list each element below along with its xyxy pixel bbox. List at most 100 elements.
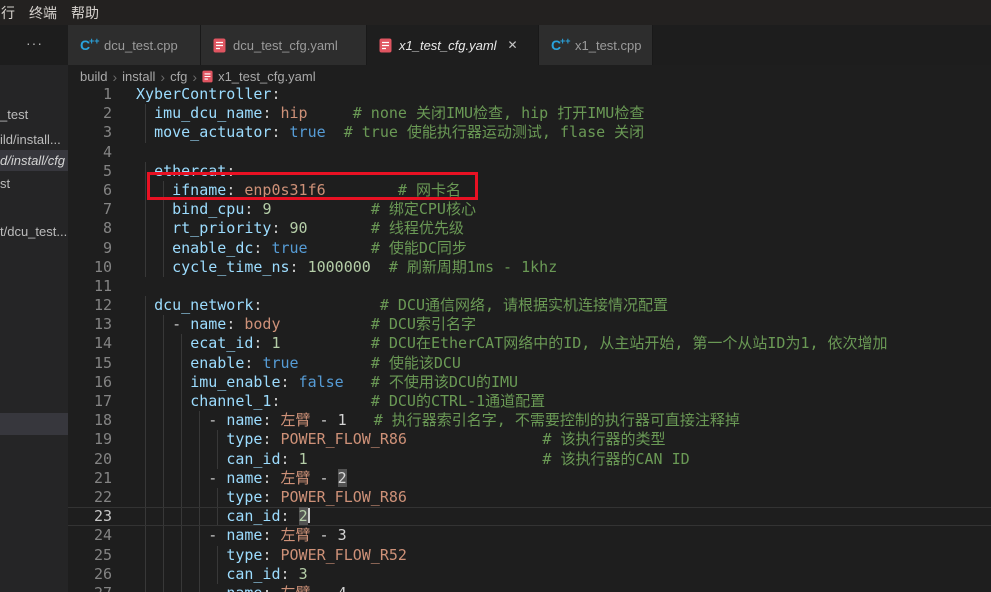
line-number[interactable]: 2: [68, 104, 112, 123]
code-line[interactable]: 21 - name: 左臂 - 2: [68, 469, 991, 488]
line-number[interactable]: 17: [68, 392, 112, 411]
indent-guide: [145, 104, 146, 123]
cpp-file-icon: C++: [80, 37, 97, 53]
indent-guide: [181, 430, 182, 449]
indent-guide: [199, 411, 200, 430]
code-line[interactable]: 24 - name: 左臂 - 3: [68, 526, 991, 545]
sidebar-list-item[interactable]: ild/install...: [0, 129, 68, 150]
line-number[interactable]: 9: [68, 239, 112, 258]
code-line[interactable]: 1 XyberController:: [68, 85, 991, 104]
tab-x1_test.cpp[interactable]: C++x1_test.cpp: [539, 25, 653, 65]
indent-guide: [181, 392, 182, 411]
code-line[interactable]: 14 ecat_id: 1 # DCU在EtherCAT网络中的ID, 从主站开…: [68, 334, 991, 353]
code-line[interactable]: 12 dcu_network: # DCU通信网络, 请根据实机连接情况配置: [68, 296, 991, 315]
line-number[interactable]: 7: [68, 200, 112, 219]
sidebar-list-item[interactable]: d/install/cfg: [0, 150, 68, 171]
code-line[interactable]: 13 - name: body # DCU索引名字: [68, 315, 991, 334]
code-line[interactable]: 2 imu_dcu_name: hip # none 关闭IMU检查, hip …: [68, 104, 991, 123]
code-line[interactable]: 23 can_id: 2: [68, 507, 991, 526]
breadcrumb-item[interactable]: install: [122, 69, 155, 84]
code-line[interactable]: 26 can_id: 3: [68, 565, 991, 584]
editor-group: C++dcu_test.cppdcu_test_cfg.yamlx1_test_…: [68, 25, 991, 592]
code-line[interactable]: 16 imu_enable: false # 不使用该DCU的IMU: [68, 373, 991, 392]
indent-guide: [145, 354, 146, 373]
sidebar-list-item[interactable]: st: [0, 173, 68, 194]
code-text: XyberController:: [136, 85, 281, 104]
code-line[interactable]: 6 ifname: enp0s31f6 # 网卡名: [68, 181, 991, 200]
indent-guide: [145, 584, 146, 592]
tab-dcu_test.cpp[interactable]: C++dcu_test.cpp: [68, 25, 201, 65]
line-number[interactable]: 19: [68, 430, 112, 449]
line-number[interactable]: 11: [68, 277, 112, 296]
code-line[interactable]: 8 rt_priority: 90 # 线程优先级: [68, 219, 991, 238]
menu-item-run-partial[interactable]: 行: [0, 1, 22, 25]
line-number[interactable]: 27: [68, 584, 112, 592]
sidebar-selected-band[interactable]: [0, 413, 68, 435]
code-line[interactable]: 20 can_id: 1 # 该执行器的CAN ID: [68, 450, 991, 469]
line-number[interactable]: 1: [68, 85, 112, 104]
line-number[interactable]: 13: [68, 315, 112, 334]
line-number[interactable]: 26: [68, 565, 112, 584]
indent-guide: [163, 334, 164, 353]
menu-item-terminal[interactable]: 终端: [22, 1, 64, 25]
indent-guide: [145, 546, 146, 565]
line-number[interactable]: 22: [68, 488, 112, 507]
line-number[interactable]: 3: [68, 123, 112, 142]
indent-guide: [163, 565, 164, 584]
indent-guide: [163, 200, 164, 219]
line-number[interactable]: 25: [68, 546, 112, 565]
code-line[interactable]: 19 type: POWER_FLOW_R86 # 该执行器的类型: [68, 430, 991, 449]
line-number[interactable]: 8: [68, 219, 112, 238]
code-line[interactable]: 18 - name: 左臂 - 1 # 执行器索引名字, 不需要控制的执行器可直…: [68, 411, 991, 430]
line-number[interactable]: 4: [68, 143, 112, 162]
indent-guide: [181, 546, 182, 565]
code-line[interactable]: 25 type: POWER_FLOW_R52: [68, 546, 991, 565]
close-icon[interactable]: ✕: [508, 38, 518, 52]
indent-guide: [181, 450, 182, 469]
line-number[interactable]: 10: [68, 258, 112, 277]
chevron-right-icon: ›: [112, 69, 117, 85]
editor-lines[interactable]: 1 XyberController:2 imu_dcu_name: hip # n…: [68, 85, 991, 592]
breadcrumb-item[interactable]: build: [80, 69, 107, 84]
line-number[interactable]: 14: [68, 334, 112, 353]
line-number[interactable]: 20: [68, 450, 112, 469]
menu-item-help[interactable]: 帮助: [64, 1, 106, 25]
line-number[interactable]: 15: [68, 354, 112, 373]
code-line[interactable]: 22 type: POWER_FLOW_R86: [68, 488, 991, 507]
indent-guide: [181, 354, 182, 373]
code-line[interactable]: 3 move_actuator: true # true 使能执行器运动测试, …: [68, 123, 991, 142]
code-line[interactable]: 27 - name: 左臂 - 4: [68, 584, 991, 592]
yaml-file-icon: [379, 38, 392, 53]
line-number[interactable]: 23: [68, 508, 112, 525]
code-line[interactable]: 10 cycle_time_ns: 1000000 # 刷新周期1ms - 1k…: [68, 258, 991, 277]
tab-x1_test_cfg.yaml[interactable]: x1_test_cfg.yaml✕: [367, 25, 539, 65]
indent-guide: [217, 546, 218, 565]
code-line[interactable]: 9 enable_dc: true # 使能DC同步: [68, 239, 991, 258]
line-number[interactable]: 21: [68, 469, 112, 488]
breadcrumb-item[interactable]: cfg: [170, 69, 187, 84]
indent-guide: [181, 373, 182, 392]
code-line[interactable]: 7 bind_cpu: 9 # 绑定CPU核心: [68, 200, 991, 219]
indent-guide: [163, 488, 164, 507]
indent-guide: [181, 584, 182, 592]
code-text: can_id: 3: [136, 565, 308, 584]
sidebar-list-item[interactable]: _test: [0, 104, 68, 125]
indent-guide: [163, 546, 164, 565]
code-line[interactable]: 5 ethercat:: [68, 162, 991, 181]
code-line[interactable]: 4: [68, 143, 991, 162]
line-number[interactable]: 24: [68, 526, 112, 545]
tab-dcu_test_cfg.yaml[interactable]: dcu_test_cfg.yaml: [201, 25, 367, 65]
line-number[interactable]: 12: [68, 296, 112, 315]
code-text: - name: 左臂 - 4: [136, 584, 347, 592]
line-number[interactable]: 16: [68, 373, 112, 392]
code-line[interactable]: 15 enable: true # 使能该DCU: [68, 354, 991, 373]
line-number[interactable]: 18: [68, 411, 112, 430]
tab-label: x1_test.cpp: [575, 38, 642, 53]
line-number[interactable]: 6: [68, 181, 112, 200]
sidebar-list-item[interactable]: t/dcu_test...: [0, 221, 68, 242]
line-number[interactable]: 5: [68, 162, 112, 181]
more-actions-icon[interactable]: ···: [26, 35, 43, 51]
code-line[interactable]: 17 channel_1: # DCU的CTRL-1通道配置: [68, 392, 991, 411]
breadcrumb-file[interactable]: x1_test_cfg.yaml: [218, 69, 316, 84]
code-line[interactable]: 11: [68, 277, 991, 296]
